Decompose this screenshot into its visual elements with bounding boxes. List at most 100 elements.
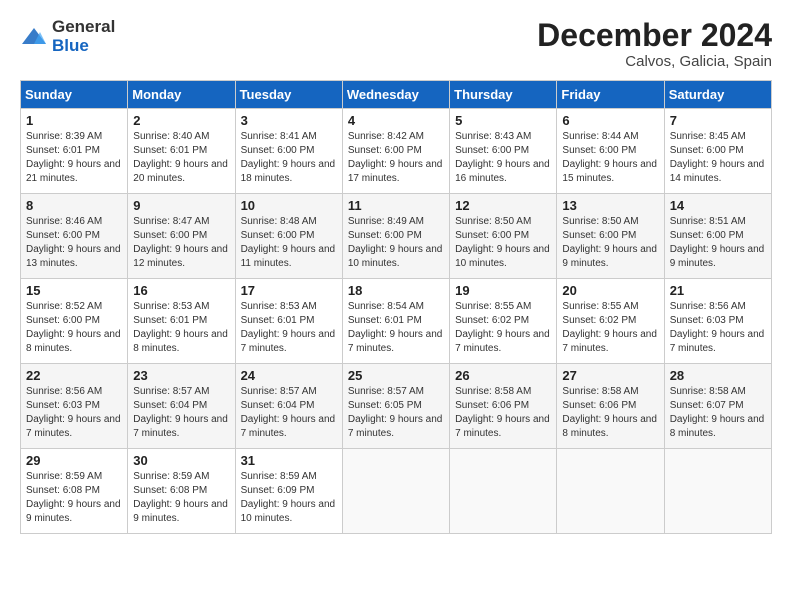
day-detail: Sunrise: 8:50 AMSunset: 6:00 PMDaylight:… (455, 216, 550, 269)
calendar-cell: 31Sunrise: 8:59 AMSunset: 6:09 PMDayligh… (235, 449, 342, 534)
day-number: 24 (241, 368, 337, 383)
calendar-cell: 21 Sunrise: 8:56 AMSunset: 6:03 PMDayligh… (664, 279, 771, 364)
day-number: 17 (241, 283, 337, 298)
calendar-cell: 16 Sunrise: 8:53 AMSunset: 6:01 PMDayligh… (128, 279, 235, 364)
calendar-cell: 7 Sunrise: 8:45 AMSunset: 6:00 PMDaylight… (664, 109, 771, 194)
day-detail: Sunrise: 8:53 AMSunset: 6:01 PMDaylight:… (241, 301, 336, 354)
day-detail: Sunrise: 8:58 AMSunset: 6:07 PMDaylight:… (670, 386, 765, 439)
day-number: 21 (670, 283, 766, 298)
day-number: 2 (133, 113, 229, 128)
day-number: 11 (348, 198, 444, 213)
day-detail: Sunrise: 8:47 AMSunset: 6:00 PMDaylight:… (133, 216, 228, 269)
col-friday: Friday (557, 81, 664, 109)
week-row-4: 22 Sunrise: 8:56 AMSunset: 6:03 PMDayligh… (21, 364, 772, 449)
day-number: 29 (26, 453, 122, 468)
calendar-cell: 18 Sunrise: 8:54 AMSunset: 6:01 PMDayligh… (342, 279, 449, 364)
logo-text: General Blue (52, 18, 115, 55)
day-number: 8 (26, 198, 122, 213)
day-detail: Sunrise: 8:41 AMSunset: 6:00 PMDaylight:… (241, 131, 336, 184)
calendar-cell: 19 Sunrise: 8:55 AMSunset: 6:02 PMDayligh… (450, 279, 557, 364)
calendar-cell: 12 Sunrise: 8:50 AMSunset: 6:00 PMDayligh… (450, 194, 557, 279)
day-detail: Sunrise: 8:51 AMSunset: 6:00 PMDaylight:… (670, 216, 765, 269)
day-number: 25 (348, 368, 444, 383)
calendar-cell: 1Sunrise: 8:39 AMSunset: 6:01 PMDaylight… (21, 109, 128, 194)
calendar-cell: 30 Sunrise: 8:59 AMSunset: 6:08 PMDayligh… (128, 449, 235, 534)
calendar-cell (557, 449, 664, 534)
day-detail: Sunrise: 8:46 AMSunset: 6:00 PMDaylight:… (26, 216, 121, 269)
day-detail: Sunrise: 8:43 AMSunset: 6:00 PMDaylight:… (455, 131, 550, 184)
calendar-cell: 2 Sunrise: 8:40 AMSunset: 6:01 PMDaylight… (128, 109, 235, 194)
day-detail: Sunrise: 8:57 AMSunset: 6:04 PMDaylight:… (133, 386, 228, 439)
day-detail: Sunrise: 8:44 AMSunset: 6:00 PMDaylight:… (562, 131, 657, 184)
day-number: 5 (455, 113, 551, 128)
week-row-5: 29 Sunrise: 8:59 AMSunset: 6:08 PMDayligh… (21, 449, 772, 534)
location: Calvos, Galicia, Spain (537, 53, 772, 70)
day-detail: Sunrise: 8:50 AMSunset: 6:00 PMDaylight:… (562, 216, 657, 269)
day-number: 4 (348, 113, 444, 128)
week-row-3: 15 Sunrise: 8:52 AMSunset: 6:00 PMDayligh… (21, 279, 772, 364)
calendar-cell: 8 Sunrise: 8:46 AMSunset: 6:00 PMDaylight… (21, 194, 128, 279)
col-thursday: Thursday (450, 81, 557, 109)
calendar-cell: 15 Sunrise: 8:52 AMSunset: 6:00 PMDayligh… (21, 279, 128, 364)
day-number: 27 (562, 368, 658, 383)
calendar-cell: 24 Sunrise: 8:57 AMSunset: 6:04 PMDayligh… (235, 364, 342, 449)
day-detail: Sunrise: 8:49 AMSunset: 6:00 PMDaylight:… (348, 216, 443, 269)
page: General Blue December 2024 Calvos, Galic… (0, 0, 792, 544)
calendar-cell: 25 Sunrise: 8:57 AMSunset: 6:05 PMDayligh… (342, 364, 449, 449)
calendar-cell: 26Sunrise: 8:58 AMSunset: 6:06 PMDayligh… (450, 364, 557, 449)
day-number: 19 (455, 283, 551, 298)
col-saturday: Saturday (664, 81, 771, 109)
title-block: December 2024 Calvos, Galicia, Spain (537, 18, 772, 70)
col-sunday: Sunday (21, 81, 128, 109)
calendar-cell: 23Sunrise: 8:57 AMSunset: 6:04 PMDayligh… (128, 364, 235, 449)
day-number: 22 (26, 368, 122, 383)
day-number: 12 (455, 198, 551, 213)
day-detail: Sunrise: 8:45 AMSunset: 6:00 PMDaylight:… (670, 131, 765, 184)
calendar-cell: 20 Sunrise: 8:55 AMSunset: 6:02 PMDayligh… (557, 279, 664, 364)
calendar-cell: 11 Sunrise: 8:49 AMSunset: 6:00 PMDayligh… (342, 194, 449, 279)
calendar-cell (664, 449, 771, 534)
day-number: 13 (562, 198, 658, 213)
day-detail: Sunrise: 8:52 AMSunset: 6:00 PMDaylight:… (26, 301, 121, 354)
day-number: 15 (26, 283, 122, 298)
day-detail: Sunrise: 8:54 AMSunset: 6:01 PMDaylight:… (348, 301, 443, 354)
calendar-cell: 9Sunrise: 8:47 AMSunset: 6:00 PMDaylight… (128, 194, 235, 279)
logo-general-text: General (52, 17, 115, 36)
logo: General Blue (20, 18, 115, 55)
calendar-cell: 5 Sunrise: 8:43 AMSunset: 6:00 PMDaylight… (450, 109, 557, 194)
day-detail: Sunrise: 8:55 AMSunset: 6:02 PMDaylight:… (455, 301, 550, 354)
calendar-cell: 28 Sunrise: 8:58 AMSunset: 6:07 PMDayligh… (664, 364, 771, 449)
day-number: 30 (133, 453, 229, 468)
col-monday: Monday (128, 81, 235, 109)
header-row: Sunday Monday Tuesday Wednesday Thursday… (21, 81, 772, 109)
calendar-cell: 14 Sunrise: 8:51 AMSunset: 6:00 PMDayligh… (664, 194, 771, 279)
day-detail: Sunrise: 8:55 AMSunset: 6:02 PMDaylight:… (562, 301, 657, 354)
day-number: 20 (562, 283, 658, 298)
day-number: 14 (670, 198, 766, 213)
day-number: 6 (562, 113, 658, 128)
day-number: 26 (455, 368, 551, 383)
day-number: 16 (133, 283, 229, 298)
day-detail: Sunrise: 8:40 AMSunset: 6:01 PMDaylight:… (133, 131, 228, 184)
day-number: 18 (348, 283, 444, 298)
col-wednesday: Wednesday (342, 81, 449, 109)
day-detail: Sunrise: 8:56 AMSunset: 6:03 PMDaylight:… (26, 386, 121, 439)
calendar-cell: 10Sunrise: 8:48 AMSunset: 6:00 PMDayligh… (235, 194, 342, 279)
day-detail: Sunrise: 8:39 AMSunset: 6:01 PMDaylight:… (26, 131, 121, 184)
calendar-cell: 17 Sunrise: 8:53 AMSunset: 6:01 PMDayligh… (235, 279, 342, 364)
day-number: 31 (241, 453, 337, 468)
calendar-table: Sunday Monday Tuesday Wednesday Thursday… (20, 80, 772, 534)
day-number: 7 (670, 113, 766, 128)
calendar-cell (450, 449, 557, 534)
day-number: 3 (241, 113, 337, 128)
day-detail: Sunrise: 8:59 AMSunset: 6:08 PMDaylight:… (133, 471, 228, 524)
day-number: 28 (670, 368, 766, 383)
calendar-cell: 6 Sunrise: 8:44 AMSunset: 6:00 PMDaylight… (557, 109, 664, 194)
day-detail: Sunrise: 8:56 AMSunset: 6:03 PMDaylight:… (670, 301, 765, 354)
calendar-cell: 29Sunrise: 8:59 AMSunset: 6:08 PMDayligh… (21, 449, 128, 534)
calendar-cell (342, 449, 449, 534)
week-row-1: 1Sunrise: 8:39 AMSunset: 6:01 PMDaylight… (21, 109, 772, 194)
day-detail: Sunrise: 8:57 AMSunset: 6:05 PMDaylight:… (348, 386, 443, 439)
day-detail: Sunrise: 8:57 AMSunset: 6:04 PMDaylight:… (241, 386, 336, 439)
day-detail: Sunrise: 8:53 AMSunset: 6:01 PMDaylight:… (133, 301, 228, 354)
